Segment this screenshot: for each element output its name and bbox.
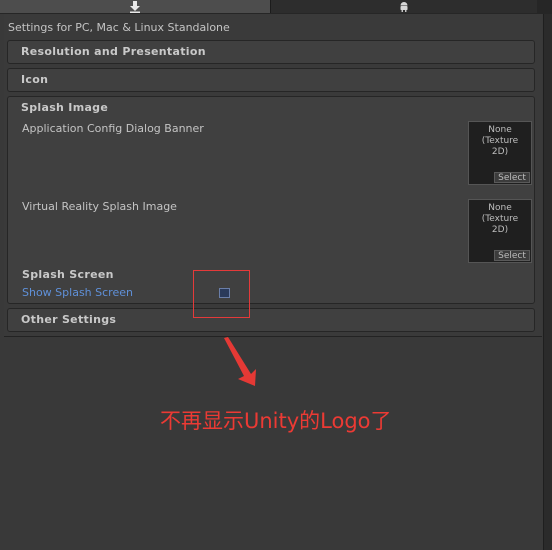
- section-resolution-label: Resolution and Presentation: [21, 45, 206, 58]
- tab-standalone[interactable]: [0, 0, 271, 13]
- android-icon: [400, 2, 408, 12]
- texture-select-button[interactable]: Select: [494, 250, 530, 261]
- texture-none-text: None (Texture 2D): [481, 203, 519, 235]
- platform-tab-bar: [0, 0, 552, 14]
- annotation-highlight-box: [193, 270, 250, 318]
- vr-splash-texture-field[interactable]: None (Texture 2D) Select: [468, 199, 532, 263]
- section-icon-label: Icon: [21, 73, 49, 86]
- texture-none-text: None (Texture 2D): [481, 125, 519, 157]
- config-banner-label: Application Config Dialog Banner: [22, 122, 204, 135]
- splash-screen-header: Splash Screen: [22, 268, 114, 281]
- show-splash-label[interactable]: Show Splash Screen: [22, 286, 133, 299]
- platform-title: Settings for PC, Mac & Linux Standalone: [8, 21, 230, 34]
- texture-select-button[interactable]: Select: [494, 172, 530, 183]
- section-other-label: Other Settings: [21, 313, 117, 326]
- tab-android[interactable]: [271, 0, 537, 13]
- annotation-arrow-icon: [224, 337, 256, 386]
- section-splash-label: Splash Image: [21, 101, 109, 114]
- config-banner-texture-field[interactable]: None (Texture 2D) Select: [468, 121, 532, 185]
- annotation-text: 不再显示Unity的Logo了: [160, 409, 392, 433]
- section-other-settings[interactable]: Other Settings: [7, 308, 535, 332]
- vr-splash-label: Virtual Reality Splash Image: [22, 200, 177, 213]
- section-resolution[interactable]: Resolution and Presentation: [7, 40, 535, 64]
- download-arrow-icon: [130, 0, 140, 13]
- section-icon[interactable]: Icon: [7, 68, 535, 92]
- vertical-scrollbar[interactable]: [543, 14, 552, 550]
